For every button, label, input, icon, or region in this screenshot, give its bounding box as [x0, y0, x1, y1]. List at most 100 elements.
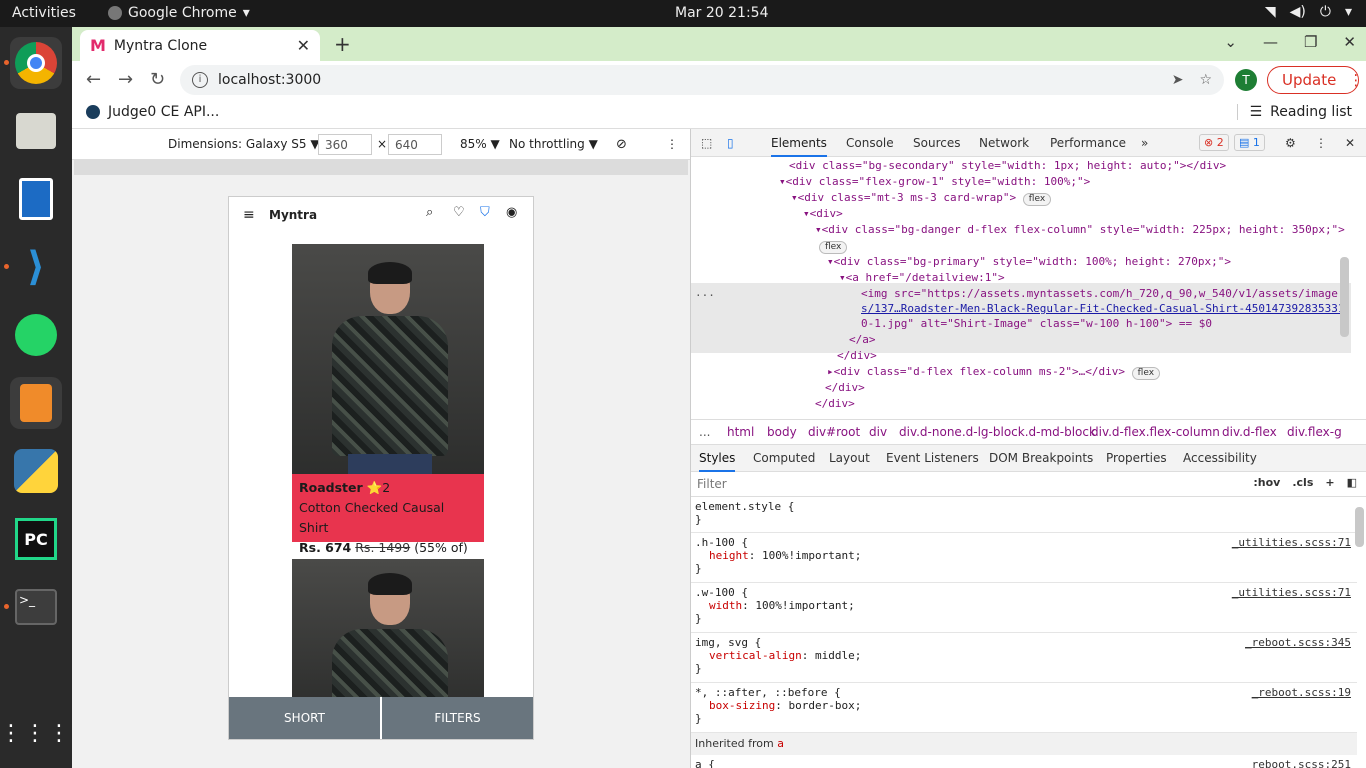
reading-list-button[interactable]: ☰ Reading list [1236, 104, 1352, 120]
dom-line[interactable]: <div class="bg-secondary" style="width: … [789, 159, 1226, 172]
tab-console[interactable]: Console [846, 136, 894, 150]
new-tab-icon[interactable]: + [334, 32, 351, 56]
zoom-select[interactable]: 85% ▼ [460, 137, 500, 151]
tab-layout[interactable]: Layout [829, 451, 870, 465]
dom-line[interactable]: </div> [837, 349, 877, 362]
tab-dom-breakpoints[interactable]: DOM Breakpoints [989, 451, 1093, 465]
dom-line[interactable]: 0-1.jpg" alt="Shirt-Image" class="w-100 … [861, 317, 1212, 330]
tab-computed[interactable]: Computed [753, 451, 815, 465]
media-query-ruler[interactable] [74, 160, 688, 175]
site-info-icon[interactable]: i [192, 72, 208, 88]
dom-tree[interactable]: ··· <div class="bg-secondary" style="wid… [691, 157, 1351, 417]
rule-source-link[interactable]: _utilities.scss:71 [1232, 536, 1351, 549]
style-rule[interactable]: _utilities.scss:71 .w-100 { width: 100%!… [691, 583, 1357, 633]
tab-styles[interactable]: Styles [699, 451, 736, 472]
dom-line[interactable]: </div> [815, 397, 855, 410]
rule-source-link[interactable]: _reboot.scss:345 [1245, 636, 1351, 649]
crumb[interactable]: div [869, 425, 887, 439]
tab-properties[interactable]: Properties [1106, 451, 1167, 465]
app-grid-icon[interactable]: ⋮⋮⋮ [0, 707, 70, 759]
bookmark-star-icon[interactable]: ☆ [1199, 72, 1212, 88]
filters-button[interactable]: FILTERS [382, 697, 533, 739]
crumb[interactable]: div#root [808, 425, 860, 439]
dom-line[interactable]: s/137…Roadster-Men-Black-Regular-Fit-Che… [861, 302, 1344, 315]
dom-line[interactable]: </div> [825, 381, 865, 394]
style-rule[interactable]: _reboot.scss:251 a { [691, 755, 1357, 768]
style-rule[interactable]: _utilities.scss:71 .h-100 { height: 100%… [691, 533, 1357, 583]
inspect-icon[interactable]: ⬚ [701, 136, 712, 150]
tab-search-icon[interactable]: ⌄ [1224, 33, 1237, 51]
reload-icon[interactable]: ↻ [150, 69, 165, 90]
filter-input[interactable]: Filter [697, 477, 727, 491]
tab-elements[interactable]: Elements [771, 136, 827, 157]
crumb[interactable]: div.d-flex.flex-column [1091, 425, 1220, 439]
short-button[interactable]: SHORT [229, 697, 382, 739]
rotate-icon[interactable]: ⊘ [616, 137, 627, 152]
crumb[interactable]: div.d-none.d-lg-block.d-md-block [899, 425, 1096, 439]
app-menu[interactable]: Google Chrome ▾ [108, 5, 250, 21]
tab-myntra-clone[interactable]: M Myntra Clone ✕ [80, 30, 320, 61]
dom-line[interactable]: ▾<a href="/detailview:1"> [839, 271, 1005, 284]
tab-network[interactable]: Network [979, 136, 1029, 150]
activities-button[interactable]: Activities [12, 5, 76, 21]
close-window-icon[interactable]: ✕ [1343, 33, 1356, 51]
minimize-icon[interactable]: — [1263, 33, 1278, 51]
device-height-input[interactable] [388, 134, 442, 155]
dom-line[interactable]: ▾<div class="mt-3 ms-3 card-wrap"> flex [791, 191, 1052, 206]
close-devtools-icon[interactable]: ✕ [1345, 136, 1355, 150]
dom-line[interactable]: ▾<div> [803, 207, 843, 220]
whatsapp-dock-icon[interactable] [10, 309, 62, 361]
hov-toggle[interactable]: :hov [1253, 476, 1280, 489]
maximize-icon[interactable]: ❐ [1304, 33, 1317, 51]
settings-gear-icon[interactable]: ⚙ [1285, 136, 1296, 150]
dom-line[interactable]: ▸<div class="d-flex flex-column ms-2">…<… [827, 365, 1161, 380]
update-button[interactable]: Update ⋮ [1267, 66, 1363, 94]
inherited-element-link[interactable]: a [777, 737, 784, 750]
dom-line-selected[interactable]: <img src="https://assets.myntassets.com/… [861, 287, 1338, 300]
crumb[interactable]: div.d-flex [1222, 425, 1277, 439]
bookmark-judge0[interactable]: Judge0 CE API... [86, 104, 219, 120]
back-icon[interactable]: ← [86, 69, 101, 90]
search-icon[interactable]: ⌕ [426, 205, 433, 220]
bag-icon[interactable]: ⛉ [480, 205, 490, 220]
profile-avatar[interactable]: T [1235, 69, 1257, 91]
rule-source-link[interactable]: _reboot.scss:19 [1252, 686, 1351, 699]
sidebar-toggle-icon[interactable]: ◧ [1347, 476, 1357, 489]
dom-scrollbar[interactable] [1340, 257, 1349, 337]
node-actions-icon[interactable]: ··· [695, 289, 715, 302]
python-dock-icon[interactable] [10, 445, 62, 497]
close-tab-icon[interactable]: ✕ [297, 36, 310, 55]
dom-line[interactable]: </a> [849, 333, 876, 346]
error-badge[interactable]: ⊗ 2 [1199, 134, 1229, 151]
crumb[interactable]: div.flex-g [1287, 425, 1342, 439]
tab-sources[interactable]: Sources [913, 136, 960, 150]
tab-accessibility[interactable]: Accessibility [1183, 451, 1257, 465]
sublime-dock-icon[interactable] [10, 377, 62, 429]
new-rule-icon[interactable]: + [1325, 476, 1334, 489]
product-card[interactable]: Roadster ⭐2 Cotton Checked Causal Shirt … [292, 244, 484, 555]
message-badge[interactable]: ▤ 1 [1234, 134, 1265, 151]
more-options-icon[interactable]: ⋮ [666, 137, 678, 151]
send-icon[interactable]: ➤ [1172, 72, 1184, 88]
more-tabs-icon[interactable]: » [1141, 136, 1148, 150]
system-tray[interactable]: ◥ ◀) ⏻ ▾ [1265, 4, 1352, 20]
style-rule[interactable]: _reboot.scss:19 *, ::after, ::before { b… [691, 683, 1357, 733]
tab-performance[interactable]: Performance [1050, 136, 1126, 150]
rule-source-link[interactable]: _reboot.scss:251 [1245, 758, 1351, 768]
wishlist-icon[interactable]: ♡ [453, 205, 465, 220]
pycharm-dock-icon[interactable]: PC [10, 513, 62, 565]
vscode-dock-icon[interactable]: ⟩ [10, 241, 62, 293]
style-rule[interactable]: element.style {} [691, 497, 1357, 533]
device-toggle-icon[interactable]: ▯ [727, 136, 734, 150]
address-bar[interactable]: i localhost:3000 ➤ ☆ [180, 65, 1224, 95]
device-width-input[interactable] [318, 134, 372, 155]
files-dock-icon[interactable] [10, 105, 62, 157]
product-card[interactable] [292, 559, 484, 709]
chrome-dock-icon[interactable] [10, 37, 62, 89]
styles-filter[interactable]: Filter :hov .cls + ◧ [691, 472, 1366, 497]
cls-toggle[interactable]: .cls [1292, 476, 1313, 489]
device-select[interactable]: Dimensions: Galaxy S5 ▼ [168, 137, 320, 151]
clock[interactable]: Mar 20 21:54 [675, 5, 768, 21]
forward-icon[interactable]: → [118, 69, 133, 90]
profile-icon[interactable]: ◉ [506, 205, 517, 220]
